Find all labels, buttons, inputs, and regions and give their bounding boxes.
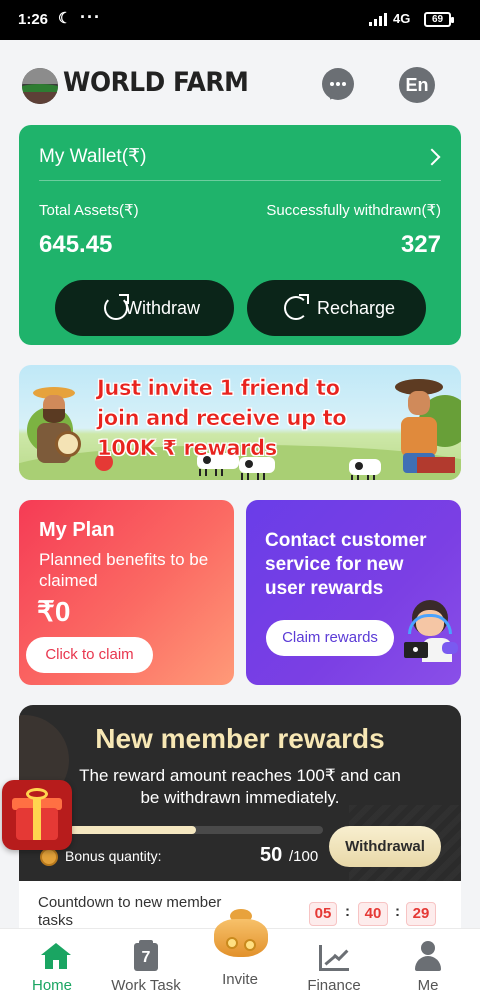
money-bag-icon bbox=[212, 907, 270, 957]
claim-rewards-button[interactable]: Claim rewards bbox=[266, 620, 394, 656]
nav-item-home[interactable]: Home bbox=[4, 929, 100, 998]
divider bbox=[39, 180, 441, 181]
coin-icon bbox=[40, 848, 58, 866]
brand-name: WORLD FARM bbox=[63, 67, 249, 98]
recharge-label: Recharge bbox=[317, 298, 396, 318]
nav-label-work-task: Work Task bbox=[111, 977, 181, 994]
click-to-claim-button[interactable]: Click to claim bbox=[26, 637, 153, 673]
nav-item-finance[interactable]: Finance bbox=[286, 929, 382, 998]
withdraw-button[interactable]: Withdraw bbox=[55, 280, 234, 336]
status-time: 1:26 bbox=[18, 11, 49, 28]
chat-icon[interactable] bbox=[322, 68, 354, 100]
bottom-nav: Home 7 Work Task Invite Finance Me bbox=[0, 909, 480, 998]
rewards-title: New member rewards bbox=[95, 723, 385, 754]
invite-banner[interactable]: Just invite 1 friend to join and receive… bbox=[19, 365, 461, 480]
my-plan-card: My Plan Planned benefits to be claimed ₹… bbox=[19, 500, 234, 685]
user-icon bbox=[415, 941, 441, 971]
plan-value: ₹0 bbox=[37, 596, 71, 627]
bonus-max: /100 bbox=[289, 848, 319, 865]
wallet-card: My Wallet(₹) Total Assets(₹) Successfull… bbox=[19, 125, 461, 345]
nav-item-invite[interactable]: Invite bbox=[192, 909, 288, 998]
withdrawn-label: Successfully withdrawn(₹) bbox=[266, 202, 441, 219]
network-type: 4G bbox=[393, 11, 411, 26]
nav-item-me[interactable]: Me bbox=[380, 929, 476, 998]
logo-icon bbox=[22, 68, 58, 104]
wallet-title[interactable]: My Wallet(₹) bbox=[39, 145, 146, 168]
countdown-hours: 05 bbox=[309, 902, 337, 926]
new-member-rewards-panel: New member rewards The reward amount rea… bbox=[19, 705, 461, 881]
nav-label-home: Home bbox=[31, 977, 72, 994]
home-icon bbox=[41, 943, 71, 969]
total-assets-label: Total Assets(₹) bbox=[39, 202, 139, 219]
rewards-subtitle: The reward amount reaches 100₹ and can b… bbox=[79, 766, 401, 807]
moon-icon: ☾ bbox=[58, 10, 72, 27]
nav-label-finance: Finance bbox=[307, 977, 361, 994]
banjo-illustration bbox=[55, 431, 81, 457]
more-notifications-icon: ··· bbox=[80, 7, 101, 27]
bonus-label: Bonus quantity: bbox=[65, 848, 162, 864]
signal-icon bbox=[369, 13, 389, 26]
app-header: WORLD FARM En bbox=[0, 40, 480, 126]
nav-label-me: Me bbox=[417, 977, 439, 994]
banner-promo-text: Just invite 1 friend to join and receive… bbox=[97, 376, 347, 461]
countdown-separator: : bbox=[345, 903, 350, 920]
plan-subtitle: Planned benefits to be claimed bbox=[39, 550, 209, 590]
contact-service-card: Contact customer service for new user re… bbox=[246, 500, 461, 685]
total-assets-value: 645.45 bbox=[39, 231, 113, 258]
plan-title: My Plan bbox=[39, 519, 115, 541]
countdown-seconds: 29 bbox=[406, 902, 436, 926]
withdrawal-button[interactable]: Withdrawal bbox=[329, 826, 441, 867]
gift-box-icon[interactable] bbox=[2, 780, 72, 850]
support-agent-icon bbox=[404, 600, 458, 666]
battery-icon: 69 bbox=[424, 12, 454, 27]
crate-illustration bbox=[417, 457, 455, 473]
calendar-icon: 7 bbox=[134, 940, 158, 971]
language-button[interactable]: En bbox=[399, 67, 435, 103]
chevron-right-icon[interactable] bbox=[423, 148, 441, 166]
recharge-icon bbox=[284, 294, 309, 320]
withdrawn-value: 327 bbox=[400, 231, 441, 258]
rewards-progress-bar bbox=[69, 826, 323, 834]
status-bar: 1:26 ☾ ··· 4G 69 bbox=[0, 0, 480, 40]
contact-title: Contact customer service for new user re… bbox=[265, 530, 427, 599]
nav-item-work-task[interactable]: 7 Work Task bbox=[98, 929, 194, 998]
chart-icon bbox=[319, 945, 349, 971]
countdown-minutes: 40 bbox=[358, 902, 388, 926]
withdraw-label: Withdraw bbox=[125, 298, 201, 318]
recharge-button[interactable]: Recharge bbox=[247, 280, 426, 336]
rewards-progress-fill bbox=[69, 826, 196, 834]
countdown-separator: : bbox=[395, 903, 400, 920]
nav-label-invite: Invite bbox=[222, 971, 258, 988]
bonus-value: 50 bbox=[260, 844, 283, 866]
